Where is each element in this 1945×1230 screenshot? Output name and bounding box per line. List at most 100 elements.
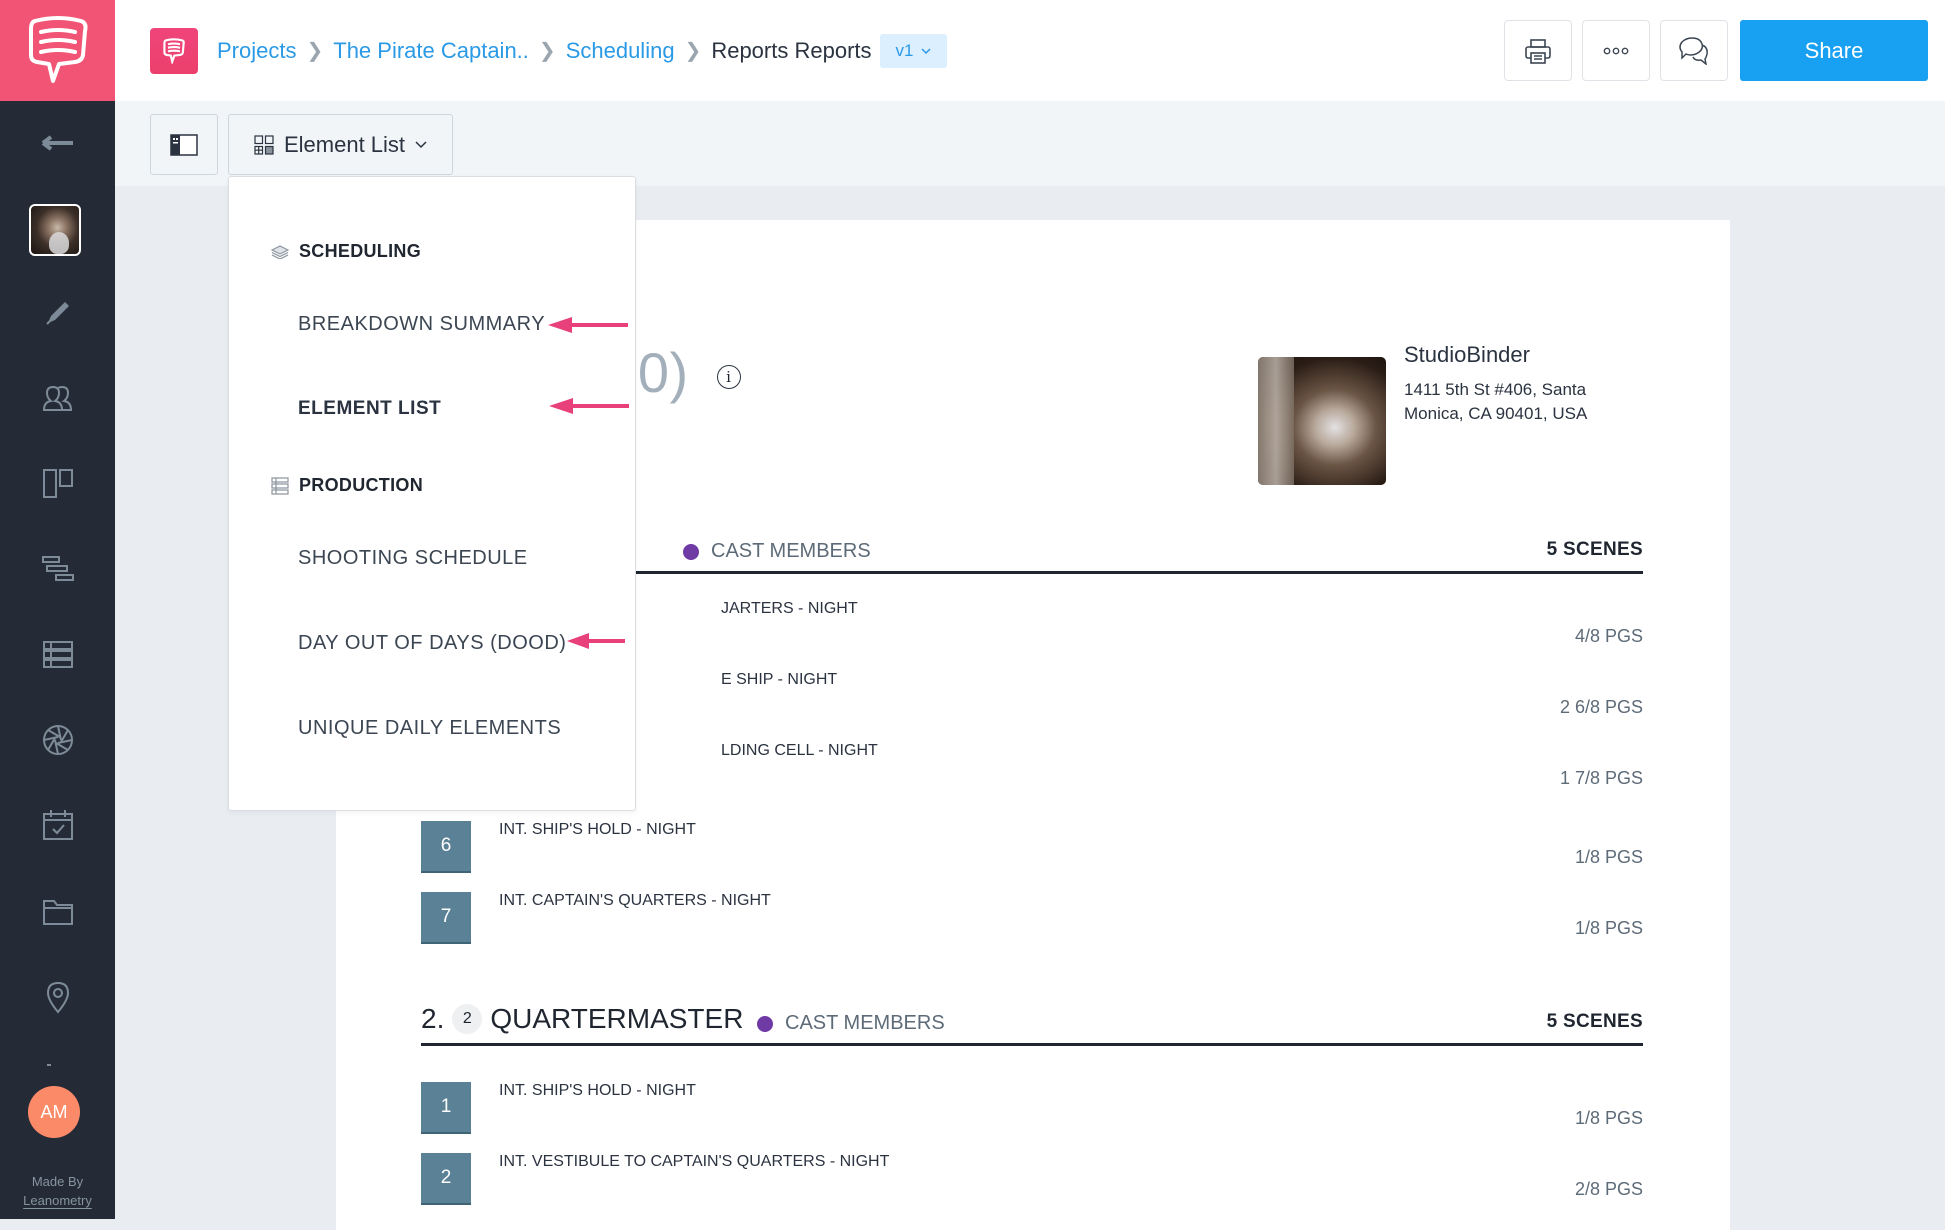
sidebar-item-write[interactable] <box>0 288 115 338</box>
sidebar-item-shot-list[interactable] <box>0 715 115 765</box>
gantt-icon <box>41 556 74 581</box>
sidebar-divider <box>47 1064 51 1066</box>
chevron-down-icon <box>921 47 932 54</box>
dropdown-item-unique-daily-elements[interactable]: UNIQUE DAILY ELEMENTS <box>298 717 561 740</box>
dropdown-group-label: PRODUCTION <box>299 475 423 495</box>
user-avatar[interactable]: AM <box>28 1086 80 1138</box>
top-header: Projects ❯ The Pirate Captain.. ❯ Schedu… <box>115 0 1945 101</box>
dropdown-group-production: PRODUCTION <box>271 475 423 496</box>
company-address-line1: 1411 5th St #406, Santa <box>1404 380 1587 399</box>
sidebar-item-reports[interactable] <box>0 630 115 680</box>
scene-description: INT. SHIP'S HOLD - NIGHT <box>499 821 696 838</box>
scene-pages: 1/8 PGS <box>1574 1108 1643 1128</box>
share-button-label: Share <box>1804 37 1864 63</box>
chevron-right-icon: ❯ <box>306 40 324 62</box>
printer-icon <box>1525 38 1551 64</box>
scenes-count: 5 SCENES <box>1546 539 1643 560</box>
report-toolbar: Element List <box>115 101 1945 186</box>
chat-bubbles-icon <box>1679 36 1708 65</box>
aperture-icon <box>42 725 73 755</box>
category-color-dot <box>757 1015 773 1032</box>
back-button[interactable] <box>0 118 115 168</box>
category-color-dot <box>683 543 699 560</box>
board-icon <box>42 469 73 498</box>
dropdown-item-shooting-schedule[interactable]: SHOOTING SCHEDULE <box>298 547 528 570</box>
sidebar-item-calendar[interactable] <box>0 800 115 850</box>
scene-row[interactable]: 7 INT. CAPTAIN'S QUARTERS - NIGHT 1/8 PG… <box>421 892 1643 944</box>
company-address: 1411 5th St #406, Santa Monica, CA 90401… <box>1404 378 1624 426</box>
version-label: v1 <box>895 40 914 60</box>
arrow-left-icon <box>41 135 73 151</box>
folder-icon <box>42 900 73 925</box>
breadcrumb-project[interactable]: The Pirate Captain.. <box>333 38 529 64</box>
dropdown-item-breakdown-summary[interactable]: BREAKDOWN SUMMARY <box>298 313 545 336</box>
scene-row[interactable]: 6 INT. SHIP'S HOLD - NIGHT 1/8 PGS <box>421 821 1643 873</box>
sidebar-item-contacts[interactable] <box>0 374 115 424</box>
scene-pages: 1 7/8 PGS <box>1559 768 1643 788</box>
breadcrumb-scheduling[interactable]: Scheduling <box>566 38 675 64</box>
scene-description: LDING CELL - NIGHT <box>721 742 878 759</box>
pencil-icon <box>45 302 69 325</box>
scene-number: 6 <box>421 821 471 873</box>
scene-number: 2 <box>421 1153 471 1205</box>
sidebar-item-boards[interactable] <box>0 458 115 508</box>
sidebar-item-locations[interactable] <box>0 972 115 1022</box>
scene-pages: 1/8 PGS <box>1574 918 1643 938</box>
toggle-sidebar-button[interactable] <box>150 114 218 175</box>
scene-description: INT. SHIP'S HOLD - NIGHT <box>499 1082 696 1099</box>
company-address-line2: Monica, CA 90401, USA <box>1404 404 1588 423</box>
company-name: StudioBinder <box>1404 342 1530 367</box>
scene-description: JARTERS - NIGHT <box>721 600 858 617</box>
more-options-button[interactable] <box>1582 20 1650 81</box>
report-type-select[interactable]: Element List <box>228 114 453 175</box>
chevron-right-icon: ❯ <box>684 40 702 62</box>
annotation-arrow-icon <box>549 398 629 414</box>
company-logo-image <box>1258 357 1386 485</box>
list-icon <box>42 641 73 668</box>
scene-row[interactable]: 1 INT. SHIP'S HOLD - NIGHT 1/8 PGS <box>421 1082 1643 1134</box>
sidebar-item-schedule[interactable] <box>0 544 115 594</box>
chevron-right-icon: ❯ <box>538 40 556 62</box>
dropdown-item-element-list[interactable]: ELEMENT LIST <box>298 398 441 420</box>
scenes-count: 5 SCENES <box>1546 1011 1643 1032</box>
chat-logo-icon <box>28 15 87 83</box>
chat-logo-icon <box>163 38 185 64</box>
panel-left-icon <box>170 133 198 156</box>
comments-button[interactable] <box>1660 20 1728 81</box>
breadcrumb-current: Reports Reports <box>711 37 872 63</box>
element-category: CAST MEMBERS <box>683 540 871 563</box>
calendar-check-icon <box>42 810 73 840</box>
info-icon[interactable]: i <box>716 365 741 390</box>
sidebar: AM Made By Leanometry <box>0 0 115 1219</box>
version-select[interactable]: v1 <box>879 33 948 68</box>
chevron-down-icon <box>415 140 427 148</box>
element-grid-icon <box>254 134 274 155</box>
report-type-dropdown: SCHEDULING BREAKDOWN SUMMARY ELEMENT LIS… <box>228 176 636 811</box>
scene-number: 1 <box>421 1082 471 1134</box>
project-thumbnail[interactable] <box>29 204 81 256</box>
category-label: CAST MEMBERS <box>785 1012 945 1034</box>
app-logo[interactable] <box>0 0 115 101</box>
made-by-label: Made By <box>31 1174 84 1189</box>
scene-number: 7 <box>421 892 471 944</box>
annotation-arrow-icon <box>567 633 625 649</box>
people-icon <box>42 385 72 411</box>
avatar-initials: AM <box>40 1101 68 1122</box>
made-by-brand-link[interactable]: Leanometry <box>0 1191 115 1210</box>
category-label: CAST MEMBERS <box>711 540 871 562</box>
dropdown-group-scheduling: SCHEDULING <box>271 241 421 262</box>
breadcrumb-projects[interactable]: Projects <box>217 38 296 64</box>
scene-row[interactable]: 2 INT. VESTIBULE TO CAPTAIN'S QUARTERS -… <box>421 1153 1643 1205</box>
print-button[interactable] <box>1504 20 1572 81</box>
element-index: 2. <box>421 1003 445 1034</box>
share-button[interactable]: Share <box>1740 20 1928 81</box>
element-id-badge: 2 <box>452 1004 483 1034</box>
breadcrumb: Projects ❯ The Pirate Captain.. ❯ Schedu… <box>217 0 948 101</box>
project-app-icon[interactable] <box>150 28 198 74</box>
stripboard-icon <box>271 476 289 495</box>
map-pin-icon <box>46 981 69 1014</box>
sidebar-item-files[interactable] <box>0 887 115 937</box>
dropdown-item-day-out-of-days[interactable]: DAY OUT OF DAYS (DOOD) <box>298 632 566 655</box>
annotation-arrow-icon <box>548 317 628 333</box>
scene-pages: 2 6/8 PGS <box>1559 697 1643 717</box>
